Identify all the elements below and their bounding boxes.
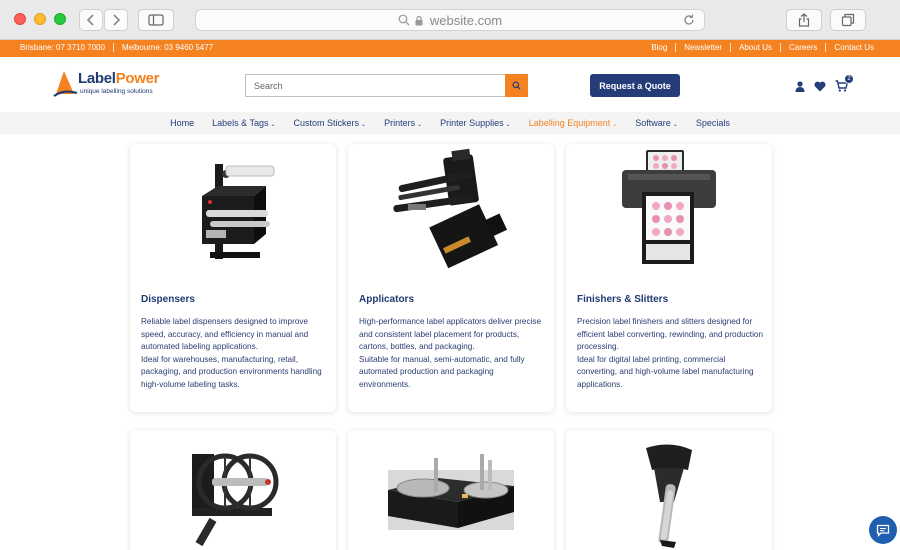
main-navigation: Home Labels & Tags ⌄ Custom Stickers ⌄ Pri…: [0, 112, 900, 134]
lock-icon: [415, 15, 423, 25]
sidebar-toggle-button[interactable]: [138, 9, 174, 31]
dispenser-product-image: [202, 164, 275, 259]
link-newsletter[interactable]: Newsletter: [675, 43, 730, 52]
nav-label: Custom Stickers: [293, 118, 360, 128]
link-blog[interactable]: Blog: [643, 43, 675, 52]
logo-mark-icon: [53, 71, 78, 97]
nav-label: Labels & Tags: [212, 118, 269, 128]
reload-icon[interactable]: [682, 13, 696, 27]
nav-custom-stickers[interactable]: Custom Stickers ⌄: [294, 118, 367, 128]
link-careers[interactable]: Careers: [779, 43, 825, 52]
account-button[interactable]: [795, 79, 805, 97]
back-button[interactable]: [79, 9, 103, 31]
heart-icon: [814, 81, 826, 92]
share-icon: [798, 13, 810, 27]
cart-count-badge: 2: [844, 74, 854, 84]
category-card-finishers-slitters[interactable]: Finishers & Slitters Precision label fin…: [566, 144, 772, 412]
zoom-window-button[interactable]: [54, 13, 66, 25]
search-input[interactable]: [246, 75, 506, 96]
logo-text-accent: Power: [115, 70, 160, 87]
cart-button[interactable]: 2: [835, 74, 854, 97]
search-button[interactable]: [505, 74, 528, 97]
user-icon: [795, 81, 805, 92]
browser-toolbar: website.com: [0, 0, 900, 40]
nav-label: Software: [635, 118, 671, 128]
nav-home[interactable]: Home: [170, 118, 194, 128]
chat-icon: [876, 524, 890, 537]
nav-label: Printers: [384, 118, 416, 128]
chevron-down-icon: ⌄: [612, 122, 618, 128]
card-title: Dispensers: [141, 294, 195, 305]
chevron-down-icon: ⌄: [361, 122, 367, 128]
contact-bar: Brisbane: 07 3710 7000 Melbourne: 03 946…: [0, 40, 900, 57]
chevron-down-icon: ⌄: [505, 122, 511, 128]
link-about-us[interactable]: About Us: [730, 43, 780, 52]
url-text: website.com: [429, 12, 503, 28]
chevron-down-icon: ⌄: [417, 122, 423, 128]
address-bar[interactable]: website.com: [195, 9, 705, 31]
phone-melbourne[interactable]: Melbourne: 03 9460 5477: [122, 43, 221, 52]
minimize-window-button[interactable]: [34, 13, 46, 25]
link-contact-us[interactable]: Contact Us: [825, 43, 882, 52]
request-quote-button[interactable]: Request a Quote: [590, 74, 680, 97]
nav-printers[interactable]: Printers ⌄: [384, 118, 422, 128]
chevron-left-icon: [86, 14, 94, 26]
category-card-dispensers[interactable]: Dispensers Reliable label dispensers des…: [130, 144, 336, 412]
unwinder-product-image: [388, 454, 514, 530]
nav-software[interactable]: Software ⌄: [635, 118, 678, 128]
category-card-applicators[interactable]: Applicators High-performance label appli…: [348, 144, 554, 412]
search-icon: [398, 14, 410, 26]
nav-label: Specials: [695, 118, 730, 128]
sidebar-icon: [148, 14, 164, 26]
category-card-unwinders[interactable]: [348, 430, 554, 550]
logo-tagline: unique labelling solutions: [80, 88, 153, 95]
card-description: Reliable label dispensers designed to im…: [141, 317, 322, 389]
close-window-button[interactable]: [14, 13, 26, 25]
finisher-product-image: [622, 150, 716, 264]
nav-label: Home: [170, 118, 195, 128]
nav-label: Labelling Equipment: [528, 118, 611, 128]
phone-brisbane[interactable]: Brisbane: 07 3710 7000: [20, 43, 114, 52]
wishlist-button[interactable]: [814, 79, 826, 97]
forward-button[interactable]: [104, 9, 128, 31]
nav-specials[interactable]: Specials: [696, 118, 730, 128]
share-button[interactable]: [786, 9, 822, 31]
tabs-icon: [841, 13, 855, 27]
search-box: [245, 74, 528, 97]
rewinder-product-image: [192, 453, 279, 547]
card-description: High-performance label applicators deliv…: [359, 317, 542, 389]
chevron-down-icon: ⌄: [270, 122, 276, 128]
category-grid: Dispensers Reliable label dispensers des…: [0, 134, 900, 550]
logo-text-main: Label: [78, 70, 116, 87]
nav-labelling-equipment[interactable]: Labelling Equipment ⌄: [529, 118, 618, 128]
chevron-down-icon: ⌄: [672, 122, 678, 128]
site-header: LabelPower unique labelling solutions Re…: [0, 57, 900, 112]
tab-overview-button[interactable]: [830, 9, 866, 31]
logo[interactable]: LabelPower unique labelling solutions: [52, 70, 162, 102]
applicator-product-image: [393, 148, 508, 269]
card-title: Finishers & Slitters: [577, 294, 669, 305]
card-title: Applicators: [359, 294, 415, 305]
category-card-rewinders[interactable]: [130, 430, 336, 550]
nav-printer-supplies[interactable]: Printer Supplies ⌄: [440, 118, 511, 128]
search-icon: [512, 81, 521, 90]
category-card-scanners[interactable]: [566, 430, 772, 550]
card-description: Precision label finishers and slitters d…: [577, 317, 764, 389]
chat-button[interactable]: [869, 516, 897, 544]
scanner-product-image: [646, 444, 692, 548]
nav-labels-tags[interactable]: Labels & Tags ⌄: [212, 118, 275, 128]
chevron-right-icon: [113, 14, 121, 26]
nav-label: Printer Supplies: [440, 118, 504, 128]
